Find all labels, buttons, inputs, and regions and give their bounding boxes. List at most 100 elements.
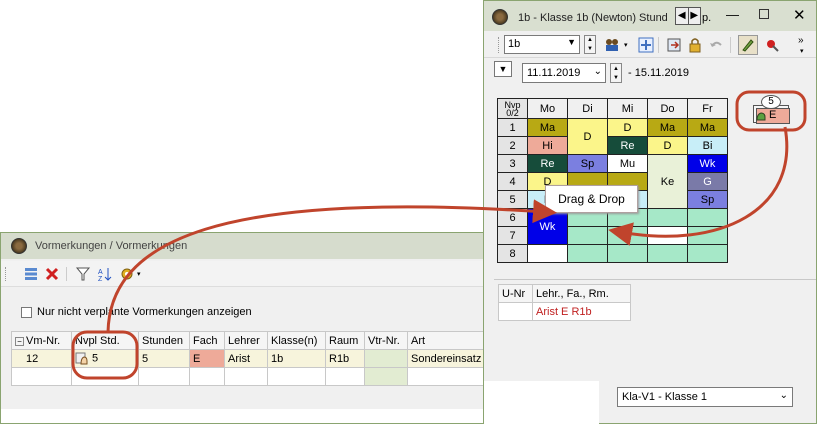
lesson-cell[interactable]: Bi [687,136,728,155]
lesson-cell[interactable]: G [687,172,728,191]
free-cell[interactable] [567,226,608,245]
free-cell[interactable] [687,226,728,245]
minimize-button[interactable]: — [726,7,739,22]
col-vtr-nr[interactable]: Vtr-Nr. [364,331,408,350]
day-header-fr[interactable]: Fr [687,98,728,119]
close-button[interactable]: ✕ [793,6,806,24]
lesson-cell[interactable]: Ma [527,118,568,137]
list-icon[interactable] [21,264,41,284]
free-cell[interactable] [607,226,648,245]
svg-text:Z: Z [98,276,103,282]
unplanned-only-checkbox[interactable] [21,307,32,318]
lesson-cell[interactable]: Ma [687,118,728,137]
lesson-cell[interactable]: Ma [647,118,688,137]
day-header-mi[interactable]: Mi [607,98,648,119]
week-dropdown-button[interactable]: ▼ [494,61,512,77]
class-select[interactable]: 1b ▼ [504,35,580,54]
lesson-cell[interactable]: D [647,136,688,155]
maximize-button[interactable] [759,9,769,19]
drag-hand-icon[interactable] [75,352,89,365]
cell-raum[interactable]: R1b [325,349,365,368]
timetable-titlebar[interactable]: 1b - Klasse 1b (Newton) Stund ◀ ▶ p. — ✕ [484,1,816,31]
col-lehrer[interactable]: Lehrer [224,331,268,350]
lesson-cell[interactable]: Wk [527,208,568,245]
toolbar-separator [658,37,659,53]
period-7: 7 [497,226,528,245]
prev-arrow-icon[interactable]: ◀ [676,8,688,24]
chevron-down-icon[interactable]: ⌄ [780,390,788,401]
pin-icon[interactable] [762,35,782,55]
cell-klassen[interactable]: 1b [267,349,326,368]
lesson-cell[interactable]: Ke [647,154,688,209]
free-cell[interactable] [687,208,728,227]
day-header-di[interactable]: Di [567,98,608,119]
lesson-cell[interactable]: Wk [687,154,728,173]
settings-dropdown-icon[interactable]: ▾ [137,270,141,278]
class-spinner[interactable]: ▲ ▼ [584,35,596,54]
cell-vtr-nr[interactable] [364,349,408,368]
lesson-cell[interactable]: Re [607,136,648,155]
lesson-cell[interactable]: Sp [567,154,608,173]
chevron-down-icon[interactable]: ⌄ [594,66,602,77]
vormerkungen-toolbar: AZ ▾ [1,261,495,287]
col-fach[interactable]: Fach [189,331,225,350]
teachers-icon[interactable] [602,35,622,55]
format-select[interactable]: Kla-V1 - Klasse 1 ⌄ [617,387,793,407]
free-cell[interactable] [647,208,688,227]
delete-icon[interactable] [42,264,62,284]
overflow-chevron-icon[interactable]: » [798,35,804,46]
cell-art[interactable]: Sondereinsatz [407,349,488,368]
detail-cell-teacher[interactable]: Arist E R1b [532,302,631,321]
toolbar-separator [66,267,67,281]
cell-nvpl-std[interactable]: 5 [71,349,139,368]
teachers-dropdown-icon[interactable]: ▾ [624,41,628,49]
col-vm-nr[interactable]: − Vm-Nr. [11,331,72,350]
vormerkungen-titlebar[interactable]: Vormerkungen / Vormerkungen [1,233,495,259]
col-nvpl-std[interactable]: Nvpl Std. [71,331,139,350]
sort-icon[interactable]: AZ [95,264,115,284]
period-1: 1 [497,118,528,137]
lesson-cell[interactable]: D [567,118,608,155]
date-picker[interactable]: 11.11.2019 ⌄ [522,63,606,83]
cell-fach[interactable]: E [189,349,225,368]
detail-cell-unr[interactable] [498,302,533,321]
chevron-down-icon[interactable]: ▼ [567,37,576,47]
free-cell[interactable] [687,244,728,263]
col-art[interactable]: Art [407,331,488,350]
free-cell[interactable] [527,244,568,263]
col-raum[interactable]: Raum [325,331,365,350]
settings-gear-icon[interactable] [117,264,137,284]
period-4: 4 [497,172,528,191]
col-stunden[interactable]: Stunden [138,331,190,350]
lesson-cell[interactable]: D [607,118,648,137]
collapse-icon[interactable]: − [15,336,24,346]
free-cell[interactable] [607,244,648,263]
cell-vm-nr[interactable]: 12 [11,349,72,368]
cell-lehrer[interactable]: Arist [224,349,268,368]
free-cell[interactable] [647,244,688,263]
period-8: 8 [497,244,528,263]
pending-lesson-stack[interactable]: E 5 [747,95,793,127]
lesson-cell[interactable]: Re [527,154,568,173]
lesson-cell[interactable]: Mu [607,154,648,173]
cell-stunden[interactable]: 5 [138,349,190,368]
col-klassen[interactable]: Klasse(n) [267,331,326,350]
overflow-dropdown-icon[interactable]: ▾ [800,47,804,55]
day-header-mo[interactable]: Mo [527,98,568,119]
export-icon[interactable] [664,35,684,55]
lock-icon[interactable] [685,35,705,55]
table-row[interactable]: 12 5 5 E Arist 1b R1b Sondereinsatz [11,349,488,368]
lesson-cell[interactable]: Hi [527,136,568,155]
filter-icon[interactable] [73,264,93,284]
detail-col-unr[interactable]: U-Nr [498,284,533,303]
day-header-do[interactable]: Do [647,98,688,119]
detail-col-teacher[interactable]: Lehr., Fa., Rm. [532,284,631,303]
free-cell[interactable] [567,244,608,263]
free-cell[interactable] [647,226,688,245]
date-spinner[interactable]: ▲ ▼ [610,63,622,83]
undo-icon[interactable] [706,35,726,55]
edit-brush-icon[interactable] [738,35,758,55]
next-arrow-icon[interactable]: ▶ [687,8,701,24]
lesson-cell[interactable]: Sp [687,190,728,209]
expand-icon[interactable] [636,35,656,55]
